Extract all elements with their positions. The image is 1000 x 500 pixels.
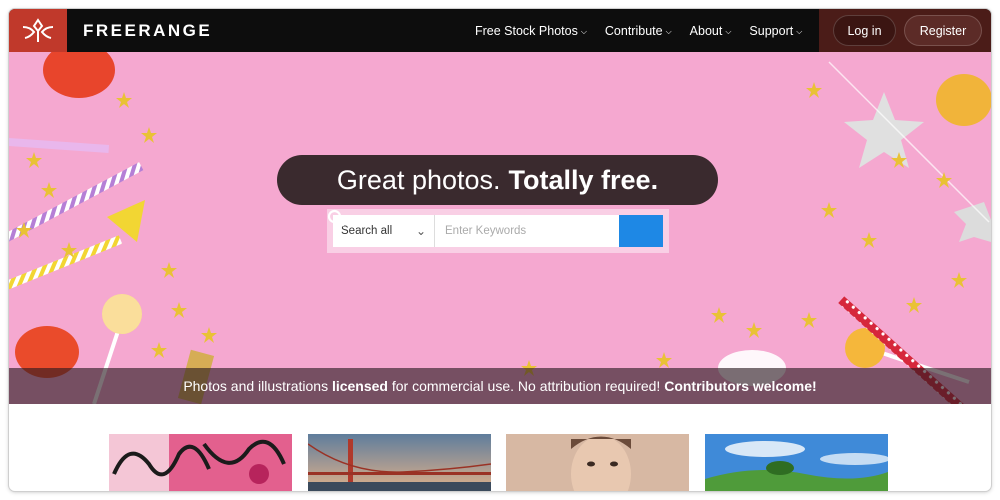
- nav-label: Support: [749, 23, 794, 38]
- tagline-part: for commercial use. No attribution requi…: [387, 378, 665, 394]
- thumbnail-portrait[interactable]: [506, 434, 689, 491]
- thumbnail-landscape[interactable]: [705, 434, 888, 491]
- logo[interactable]: [9, 9, 67, 52]
- tagline-contributors: Contributors welcome!: [664, 378, 817, 394]
- site-header: FREERANGE Free Stock Photos ⌵ Contribute…: [9, 9, 991, 52]
- login-button[interactable]: Log in: [833, 15, 896, 46]
- main-nav: Free Stock Photos ⌵ Contribute ⌵ About ⌵…: [475, 9, 820, 52]
- search-bar: Search all ⌄ Enter Keywords: [327, 209, 669, 253]
- browser-frame: FREERANGE Free Stock Photos ⌵ Contribute…: [9, 9, 991, 491]
- headline-bold: Totally free.: [508, 164, 659, 195]
- chevron-down-icon: ⌄: [415, 224, 426, 238]
- tagline-part: Photos and illustrations: [183, 378, 332, 394]
- hero-headline: Great photos. Totally free.: [277, 155, 718, 205]
- search-icon: [327, 209, 345, 227]
- headline-regular: Great photos.: [336, 164, 501, 195]
- hero-banner: Great photos. Totally free. Search all ⌄…: [9, 52, 991, 404]
- thumbnail-bridge[interactable]: [308, 434, 491, 491]
- search-form: Search all ⌄ Enter Keywords: [327, 209, 663, 247]
- search-button[interactable]: [327, 209, 663, 247]
- tagline-licensed: licensed: [331, 378, 388, 394]
- featured-thumbnails: [9, 434, 991, 491]
- hero-tagline: Photos and illustrations licensed for co…: [9, 368, 991, 404]
- search-scope-select[interactable]: Search all ⌄: [333, 215, 435, 247]
- nav-contribute[interactable]: Contribute ⌵: [605, 24, 672, 38]
- nav-about[interactable]: About ⌵: [690, 24, 732, 38]
- chevron-down-icon: ⌵: [580, 26, 587, 36]
- chevron-down-icon: ⌵: [725, 26, 732, 36]
- landscape-image: [705, 434, 888, 491]
- keywords-input[interactable]: Enter Keywords: [435, 215, 619, 247]
- portrait-image: [506, 434, 689, 491]
- nav-label: Free Stock Photos: [475, 23, 578, 38]
- nav-label: Contribute: [604, 23, 663, 38]
- thumbnail-graffiti[interactable]: [109, 434, 292, 491]
- bridge-image: [308, 434, 491, 491]
- graffiti-image: [109, 434, 292, 491]
- chevron-down-icon: ⌵: [665, 26, 672, 36]
- nav-support[interactable]: Support ⌵: [749, 24, 802, 38]
- nav-free-stock-photos[interactable]: Free Stock Photos ⌵: [475, 24, 587, 38]
- brand-name[interactable]: FREERANGE: [83, 21, 212, 41]
- register-button[interactable]: Register: [904, 15, 982, 46]
- auth-area: Log in Register: [819, 9, 991, 52]
- search-scope-value: Search all: [341, 225, 393, 237]
- nav-label: About: [689, 23, 723, 38]
- chevron-down-icon: ⌵: [796, 26, 803, 36]
- logo-icon: [22, 17, 54, 42]
